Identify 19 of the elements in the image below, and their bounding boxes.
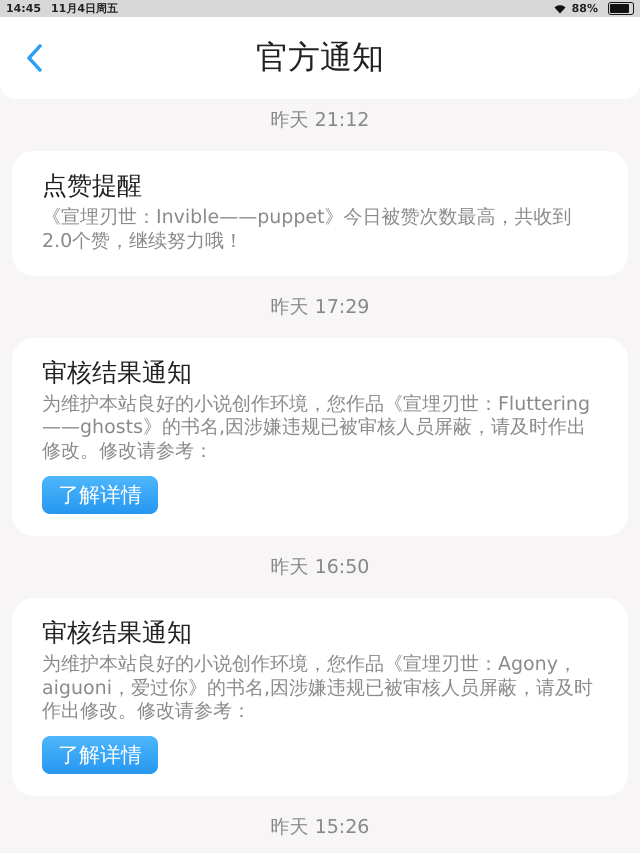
notice-text: 为维护本站良好的小说创作环境，您作品《宣埋刃世：Agony，aiguoni，爱过你》的书名,因涉嫌违规已被审核人员屏蔽，请及时作出修改。修改请参考： — [42, 652, 594, 724]
notice-title: 点赞提醒 — [42, 170, 143, 202]
status-time: 14:45 — [6, 2, 42, 15]
timestamp: 昨天 16:50 — [270, 554, 370, 580]
notice-text: 为维护本站良好的小说创作环境，您作品《宣埋刃世：Fluttering——ghosts》的书名,因涉嫌违规已被审核人员屏蔽，请及时作出修改。修改请参考： — [42, 392, 592, 464]
timestamp: 昨天 17:29 — [270, 294, 370, 320]
details-button[interactable]: 了解详情 — [42, 736, 158, 774]
notice-title: 审核结果通知 — [42, 356, 193, 388]
battery-icon — [608, 2, 634, 15]
battery-percent: 88% — [572, 2, 598, 15]
timestamp: 昨天 15:26 — [270, 815, 370, 840]
status-date: 11月4日周五 — [51, 1, 118, 16]
timestamp: 昨天 21:12 — [270, 108, 370, 133]
back-icon[interactable] — [25, 43, 43, 73]
details-button[interactable]: 了解详情 — [42, 476, 158, 514]
notice-text: 《宣埋刃世：Invible——puppet》今日被赞次数最高，共收到2.0个赞，继续努力哦！ — [42, 206, 573, 254]
wifi-icon — [554, 4, 566, 14]
page-title: 官方通知 — [256, 37, 384, 78]
notice-title: 审核结果通知 — [42, 616, 193, 649]
